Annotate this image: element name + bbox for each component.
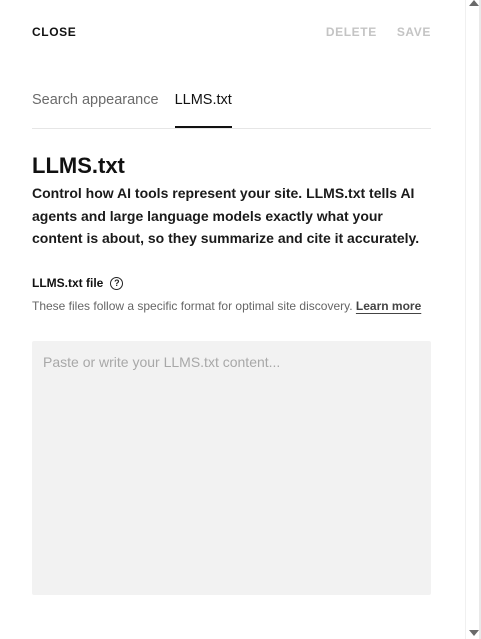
header-actions: DELETE SAVE bbox=[326, 25, 431, 39]
field-helper-text: These files follow a specific format for… bbox=[32, 297, 432, 315]
scroll-up-icon[interactable] bbox=[469, 0, 479, 6]
field-label: LLMS.txt file bbox=[32, 276, 104, 290]
panel-header: CLOSE DELETE SAVE bbox=[32, 24, 431, 40]
helper-text: These files follow a specific format for… bbox=[32, 299, 356, 313]
llms-settings-panel: CLOSE DELETE SAVE Search appearance LLMS… bbox=[0, 0, 465, 639]
save-button[interactable]: SAVE bbox=[397, 25, 431, 39]
close-button[interactable]: CLOSE bbox=[32, 25, 76, 39]
scroll-down-icon[interactable] bbox=[469, 630, 479, 636]
tab-bar: Search appearance LLMS.txt bbox=[32, 90, 431, 129]
page-scrollbar[interactable] bbox=[465, 0, 481, 639]
delete-button[interactable]: DELETE bbox=[326, 25, 377, 39]
llms-content-textarea[interactable] bbox=[32, 341, 431, 595]
tab-search-appearance[interactable]: Search appearance bbox=[32, 90, 159, 126]
field-label-row: LLMS.txt file ? bbox=[32, 276, 124, 290]
tab-llms-txt[interactable]: LLMS.txt bbox=[174, 90, 233, 128]
section-title: LLMS.txt bbox=[32, 153, 125, 178]
section-description: Control how AI tools represent your site… bbox=[32, 185, 420, 246]
learn-more-link[interactable]: Learn more bbox=[356, 299, 421, 313]
question-circle-icon[interactable]: ? bbox=[110, 276, 124, 290]
